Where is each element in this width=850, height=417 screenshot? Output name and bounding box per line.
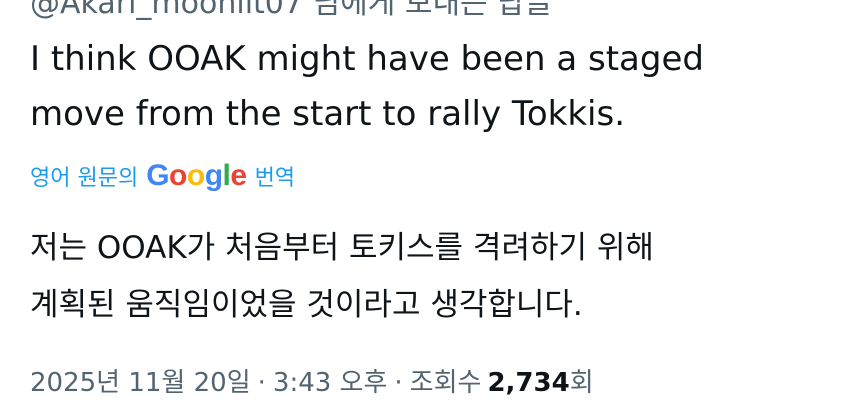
- google-letter-g: G: [146, 159, 170, 192]
- google-letter-g2: g: [204, 159, 223, 192]
- translated-body: 저는 OOAK가 처음부터 토키스를 격려하기 위해 계획된 움직임이었을 것이…: [30, 220, 830, 334]
- translate-prefix: 영어 원문의: [30, 166, 139, 191]
- translate-suffix: 번역: [254, 166, 296, 191]
- separator-dot: ·: [257, 368, 266, 398]
- tweet-line-1: I think OOAK might have been a staged: [30, 39, 704, 79]
- views-count[interactable]: 2,734: [487, 368, 569, 398]
- views-label: 조회수: [409, 368, 482, 398]
- translated-line-2: 계획된 움직임이었을 것이라고 생각합니다.: [30, 287, 583, 323]
- reply-to-header[interactable]: @Akari_moonlit07 님에게 보내는 답글: [30, 0, 552, 22]
- tweet-time[interactable]: 3:43 오후: [273, 362, 388, 399]
- tweet-date[interactable]: 2025년 11월 20일: [30, 362, 251, 399]
- google-letter-o1: o: [169, 159, 187, 192]
- google-letter-l: l: [222, 159, 231, 192]
- tweet-body: I think OOAK might have been a staged mo…: [30, 32, 830, 142]
- separator-dot: ·: [394, 368, 403, 398]
- tweet-line-2: move from the start to rally Tokkis.: [30, 94, 626, 134]
- tweet-metadata: 2025년 11월 20일 · 3:43 오후 · 조회수 2,734 회: [30, 362, 594, 399]
- google-letter-o2: o: [186, 159, 205, 192]
- translate-attribution[interactable]: 영어 원문의 Google 번역: [30, 156, 295, 196]
- google-letter-e: e: [230, 159, 247, 192]
- views-suffix: 회: [569, 368, 594, 398]
- google-logo: Google: [146, 159, 247, 193]
- translated-line-1: 저는 OOAK가 처음부터 토키스를 격려하기 위해: [30, 230, 654, 266]
